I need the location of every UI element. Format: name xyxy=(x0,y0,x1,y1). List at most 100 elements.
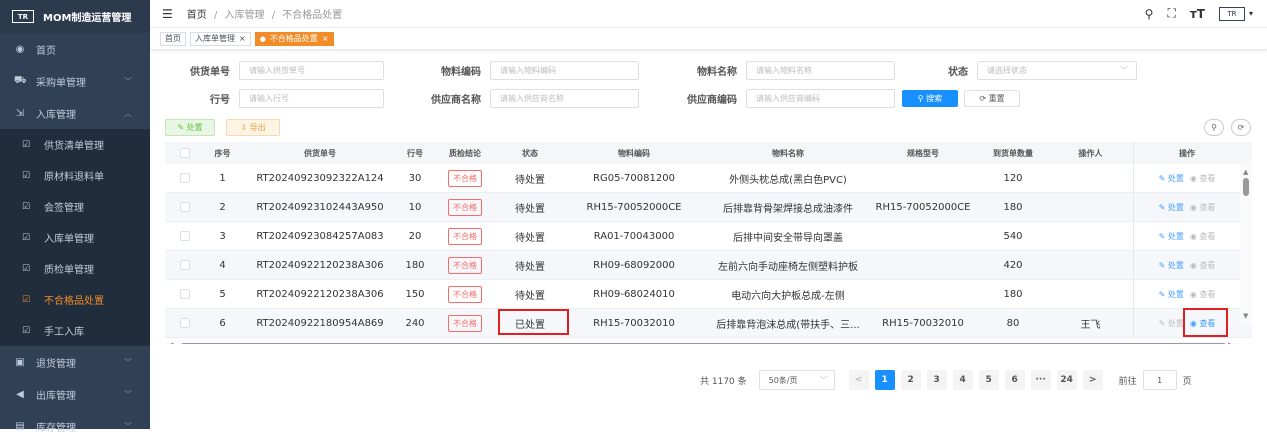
col-header: 序号 xyxy=(214,148,231,158)
chevron-down-icon[interactable]: ▾ xyxy=(1249,9,1253,18)
page-button[interactable]: 4 xyxy=(952,370,973,390)
line-no-input[interactable]: 请输入行号 xyxy=(239,89,384,108)
avatar[interactable]: TR xyxy=(1218,6,1245,21)
material-code-input[interactable]: 请输入物料编码 xyxy=(490,61,639,80)
handle-link[interactable]: ✎ 处置 xyxy=(1159,202,1184,213)
checkbox-cell xyxy=(175,164,195,192)
hamburger-icon[interactable]: ☰ xyxy=(162,7,173,21)
row-checkbox[interactable] xyxy=(180,318,190,328)
row-checkbox[interactable] xyxy=(180,289,190,299)
search-toggle-icon[interactable]: ⚲ xyxy=(1204,119,1224,136)
page-button[interactable]: 24 xyxy=(1056,370,1077,390)
row-checkbox[interactable] xyxy=(180,231,190,241)
table-row[interactable]: 5 RT20240922120238A306 150 不合格 待处置 RH09-68024… xyxy=(165,280,1252,309)
handle-link[interactable]: ✎ 处置 xyxy=(1159,173,1184,184)
tab-nonconforming[interactable]: ● 不合格品处置 × xyxy=(254,31,334,46)
sidebar-subitem[interactable]: ☑ 质检单管理 xyxy=(0,253,150,284)
export-button[interactable]: ⇩ 导出 xyxy=(226,119,280,136)
table-row[interactable]: 2 RT20240923102443A950 10 不合格 待处置 RH15-700520… xyxy=(165,193,1252,222)
font-size-icon[interactable]: тT xyxy=(1190,7,1205,21)
next-page-button[interactable]: > xyxy=(1082,370,1103,390)
table-cell: RG05-70081200 xyxy=(593,172,675,184)
sidebar-item[interactable]: ⇲ 入库管理 ︿ xyxy=(0,97,150,129)
table-cell: 不合格 xyxy=(430,164,500,192)
breadcrumb-home[interactable]: 首页 xyxy=(187,10,207,21)
tab-inbound-order[interactable]: 入库单管理 × xyxy=(190,31,251,46)
view-link[interactable]: ◉ 查看 xyxy=(1190,289,1216,300)
horizontal-scrollbar[interactable]: ◀ ▶ xyxy=(165,341,1240,344)
search-icon[interactable]: ⚲ xyxy=(1145,7,1154,21)
table-cell: RH15-70032010 xyxy=(593,317,675,329)
view-link[interactable]: ◉ 查看 xyxy=(1190,260,1216,271)
view-link[interactable]: ◉ 查看 xyxy=(1190,231,1216,242)
supplier-code-input[interactable]: 请输入供应商编码 xyxy=(746,89,895,108)
close-icon[interactable]: × xyxy=(239,34,246,43)
handle-link[interactable]: ✎ 处置 xyxy=(1159,231,1184,242)
handle-button[interactable]: ✎ 处置 xyxy=(165,119,215,136)
fullscreen-icon[interactable]: ⛶ xyxy=(1167,6,1175,21)
material-name-input[interactable]: 请输入物料名称 xyxy=(746,61,895,80)
scroll-down-icon[interactable]: ▼ xyxy=(1243,312,1248,320)
row-checkbox[interactable] xyxy=(180,260,190,270)
table-row[interactable]: 6 RT20240922180954A869 240 不合格 已处置 RH15-70032… xyxy=(165,309,1252,338)
status-select[interactable]: 请选择状态 ﹀ xyxy=(977,61,1137,80)
sidebar-subitem[interactable]: ☑ 手工入库 xyxy=(0,315,150,346)
cart-icon: ⛟ xyxy=(14,74,27,86)
filter-label-supplier-code: 供应商编码 xyxy=(687,95,737,106)
sidebar-item-label: 供货清单管理 xyxy=(44,141,104,152)
supply-no-input[interactable]: 请输入供货单号 xyxy=(239,61,384,80)
close-icon[interactable]: × xyxy=(322,34,329,43)
handle-link[interactable]: ✎ 处置 xyxy=(1159,260,1184,271)
cell-index: 1 xyxy=(219,172,226,184)
sidebar-item[interactable]: ◉ 首页 xyxy=(0,33,150,65)
table-cell: RT20240923102443A950 xyxy=(256,201,384,213)
handle-link[interactable]: ✎ 处置 xyxy=(1159,318,1184,329)
op-cell: ✎ 处置 ◉ 查看 xyxy=(1133,280,1240,308)
table-row[interactable]: 4 RT20240922120238A306 180 不合格 待处置 RH09-68092… xyxy=(165,251,1252,280)
row-checkbox[interactable] xyxy=(180,202,190,212)
page-button[interactable]: 6 xyxy=(1004,370,1025,390)
refresh-icon[interactable]: ⟳ xyxy=(1231,119,1251,136)
vertical-scrollbar[interactable]: ▲ ▼ xyxy=(1240,164,1252,324)
view-link[interactable]: ◉ 查看 xyxy=(1190,173,1216,184)
table-row[interactable]: 1 RT20240923092322A124 30 不合格 待处置 RG05-700812… xyxy=(165,164,1252,193)
sidebar-item[interactable]: ⛟ 采购单管理 ﹀ xyxy=(0,65,150,97)
status-badge: 不合格 xyxy=(448,198,482,216)
view-link[interactable]: ◉ 查看 xyxy=(1190,202,1216,213)
reset-button[interactable]: ⟳ 重置 xyxy=(964,90,1020,107)
sidebar-item-label: 库存管理 xyxy=(36,422,76,434)
page-button[interactable]: 1 xyxy=(874,370,895,390)
scroll-up-icon[interactable]: ▲ xyxy=(1243,168,1248,176)
filter-label-status: 状态 xyxy=(948,67,968,78)
sidebar-subitem[interactable]: ☑ 入库单管理 xyxy=(0,222,150,253)
page-button[interactable]: 5 xyxy=(978,370,999,390)
select-all-checkbox[interactable] xyxy=(180,148,190,158)
tab-home[interactable]: 首页 xyxy=(160,31,186,46)
sidebar-item[interactable]: ◀ 出库管理 ﹀ xyxy=(0,378,150,410)
prev-page-button[interactable]: < xyxy=(848,370,869,390)
row-checkbox[interactable] xyxy=(180,173,190,183)
page-size-select[interactable]: 50条/页 ﹀ xyxy=(758,370,835,390)
sidebar-subitem[interactable]: ☑ 供货清单管理 xyxy=(0,129,150,160)
table-row[interactable]: 3 RT20240923084257A083 20 不合格 待处置 RA01-700430… xyxy=(165,222,1252,251)
breadcrumb-inbound[interactable]: 入库管理 xyxy=(225,10,265,21)
scrollbar-thumb[interactable] xyxy=(1243,178,1249,196)
sidebar-subitem[interactable]: ☑ 会签管理 xyxy=(0,191,150,222)
sidebar-subitem[interactable]: ☑ 原材料退料单 xyxy=(0,160,150,191)
sidebar-item[interactable]: ▣ 退货管理 ﹀ xyxy=(0,346,150,378)
pagination: 共 1170 条 50条/页 ﹀ < 1 2 3 4 5 6 ··· 24 > 前往 1 页 xyxy=(700,370,1192,390)
page-button[interactable]: ··· xyxy=(1030,370,1051,390)
handle-link[interactable]: ✎ 处置 xyxy=(1159,289,1184,300)
scrollbar-thumb[interactable] xyxy=(181,343,1226,344)
sidebar-item[interactable]: ▤ 库存管理 ﹀ xyxy=(0,410,150,442)
scroll-left-icon[interactable]: ◀ xyxy=(168,341,173,344)
page-button[interactable]: 3 xyxy=(926,370,947,390)
page-button[interactable]: 2 xyxy=(900,370,921,390)
search-button[interactable]: ⚲ 搜索 xyxy=(902,90,958,107)
scroll-right-icon[interactable]: ▶ xyxy=(1228,341,1233,344)
supplier-name-input[interactable]: 请输入供应商名称 xyxy=(490,89,639,108)
app-logo[interactable]: TR MOM制造运营管理 xyxy=(0,0,150,33)
sidebar-subitem[interactable]: ☑ 不合格品处置 xyxy=(0,284,150,315)
page-jump-input[interactable]: 1 xyxy=(1142,370,1177,390)
document-icon: ☑ xyxy=(22,232,31,243)
